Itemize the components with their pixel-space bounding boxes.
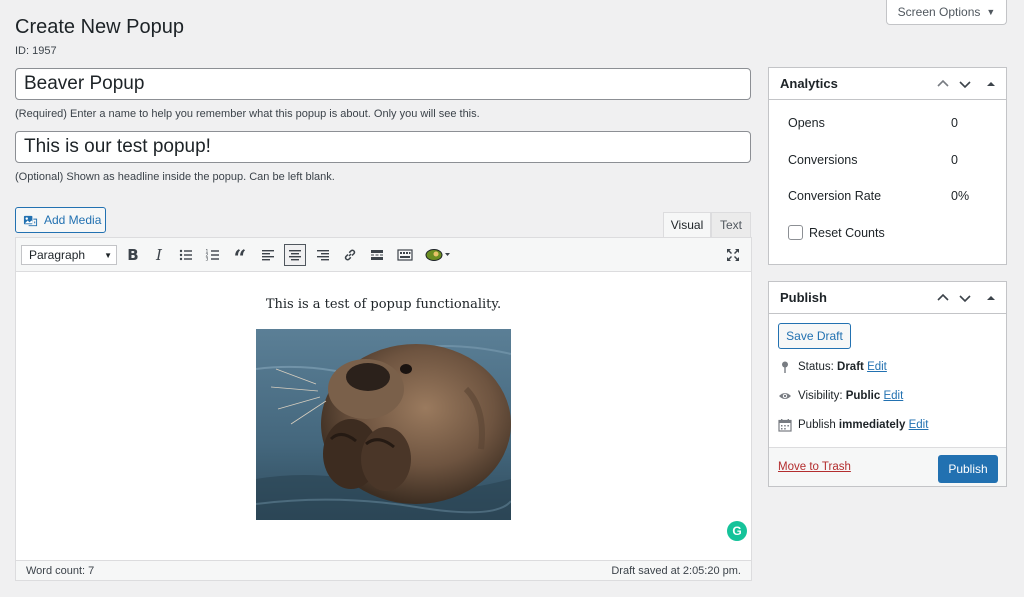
status-value: Draft bbox=[837, 361, 864, 373]
headline-input[interactable]: This is our test popup! bbox=[15, 131, 751, 163]
pin-icon bbox=[782, 361, 788, 373]
add-media-button[interactable]: Add Media bbox=[15, 207, 106, 233]
analytics-header: Analytics bbox=[769, 68, 1006, 100]
italic-icon[interactable]: I bbox=[148, 244, 170, 266]
schedule-value: immediately bbox=[838, 419, 906, 431]
toolbar-toggle-icon[interactable] bbox=[394, 244, 416, 266]
analytics-conversions-label: Conversions bbox=[788, 153, 858, 167]
numbered-list-icon[interactable]: 123 bbox=[202, 244, 224, 266]
beaver-image[interactable] bbox=[256, 329, 511, 520]
schedule-edit-link[interactable]: Edit bbox=[909, 419, 929, 431]
visibility-edit-link[interactable]: Edit bbox=[883, 390, 903, 402]
add-media-label: Add Media bbox=[44, 213, 102, 227]
analytics-rate-label: Conversion Rate bbox=[788, 189, 882, 203]
format-select[interactable]: Paragraph ▼ bbox=[21, 245, 117, 265]
editor-status-bar: Word count: 7 Draft saved at 2:05:20 pm. bbox=[16, 560, 751, 580]
publish-header: Publish bbox=[769, 282, 1006, 314]
editor-content[interactable]: This is a test of popup functionality. G bbox=[16, 273, 751, 561]
collapse-toggle-icon[interactable] bbox=[983, 76, 999, 92]
move-down-icon[interactable] bbox=[957, 76, 973, 92]
collapse-toggle-icon[interactable] bbox=[983, 290, 999, 306]
visibility-value: Public bbox=[845, 390, 881, 402]
schedule-row: Publish immediately Edit bbox=[778, 418, 928, 432]
read-more-icon[interactable] bbox=[366, 244, 388, 266]
reset-counts-checkbox[interactable] bbox=[788, 225, 803, 240]
analytics-opens-label: Opens bbox=[788, 116, 825, 130]
link-icon[interactable] bbox=[339, 244, 361, 266]
caret-down-icon: ▼ bbox=[986, 7, 996, 17]
word-count: Word count: 7 bbox=[26, 564, 95, 577]
schedule-label: Publish bbox=[798, 419, 836, 431]
publish-metabox: Publish Save Draft Status: Draft Edit Vi… bbox=[768, 281, 1007, 487]
popup-title-input[interactable]: Beaver Popup bbox=[15, 68, 751, 100]
page-title: Create New Popup bbox=[15, 16, 184, 38]
move-down-icon[interactable] bbox=[957, 290, 973, 306]
content-paragraph: This is a test of popup functionality. bbox=[265, 297, 502, 312]
visibility-row: Visibility: Public Edit bbox=[778, 389, 903, 403]
status-edit-link[interactable]: Edit bbox=[867, 361, 887, 373]
draft-saved-status: Draft saved at 2:05:20 pm. bbox=[611, 564, 741, 577]
bold-icon[interactable]: B bbox=[122, 244, 144, 266]
tab-text[interactable]: Text bbox=[711, 212, 751, 237]
fullscreen-icon[interactable] bbox=[722, 244, 744, 266]
status-label: Status: bbox=[798, 361, 834, 373]
status-row: Status: Draft Edit bbox=[778, 360, 887, 374]
popup-plugin-icon[interactable] bbox=[421, 244, 455, 266]
blockquote-icon[interactable]: “ bbox=[229, 244, 251, 270]
add-media-icon bbox=[23, 215, 38, 226]
analytics-rate-value: 0% bbox=[951, 189, 970, 203]
editor-tabs: Visual Text bbox=[663, 212, 751, 237]
publish-title: Publish bbox=[780, 290, 827, 305]
analytics-conversions-value: 0 bbox=[951, 153, 958, 167]
align-right-icon[interactable] bbox=[312, 244, 334, 266]
publish-button[interactable]: Publish bbox=[938, 455, 998, 483]
bullet-list-icon[interactable] bbox=[175, 244, 197, 266]
screen-options-label: Screen Options bbox=[897, 5, 981, 19]
move-up-icon[interactable] bbox=[935, 290, 951, 306]
post-id: ID: 1957 bbox=[15, 45, 57, 57]
move-up-icon[interactable] bbox=[935, 76, 951, 92]
editor-toolbar: Paragraph ▼ B I 123 “ bbox=[16, 238, 751, 272]
analytics-metabox: Analytics Opens 0 Conversions 0 Conversi… bbox=[768, 67, 1007, 265]
grammarly-icon[interactable]: G bbox=[727, 521, 747, 541]
align-left-icon[interactable] bbox=[257, 244, 279, 266]
format-select-value: Paragraph bbox=[29, 248, 86, 262]
tab-visual[interactable]: Visual bbox=[663, 212, 711, 237]
editor: Paragraph ▼ B I 123 “ This is a test of … bbox=[15, 237, 752, 581]
publish-footer: Move to Trash Publish bbox=[769, 447, 1006, 486]
analytics-opens-value: 0 bbox=[951, 116, 958, 130]
select-caret-icon: ▼ bbox=[104, 250, 112, 260]
svg-text:3: 3 bbox=[206, 257, 209, 263]
visibility-label: Visibility: bbox=[798, 390, 843, 402]
screen-options-button[interactable]: Screen Options ▼ bbox=[886, 0, 1007, 25]
reset-counts-label[interactable]: Reset Counts bbox=[809, 226, 885, 240]
eye-icon bbox=[779, 393, 791, 399]
title-help-text: (Required) Enter a name to help you reme… bbox=[15, 108, 480, 120]
save-draft-button[interactable]: Save Draft bbox=[778, 323, 851, 349]
analytics-title: Analytics bbox=[780, 76, 838, 91]
move-to-trash-link[interactable]: Move to Trash bbox=[778, 461, 851, 473]
calendar-icon bbox=[778, 419, 792, 432]
align-center-icon[interactable] bbox=[284, 244, 306, 266]
headline-help-text: (Optional) Shown as headline inside the … bbox=[15, 171, 335, 183]
